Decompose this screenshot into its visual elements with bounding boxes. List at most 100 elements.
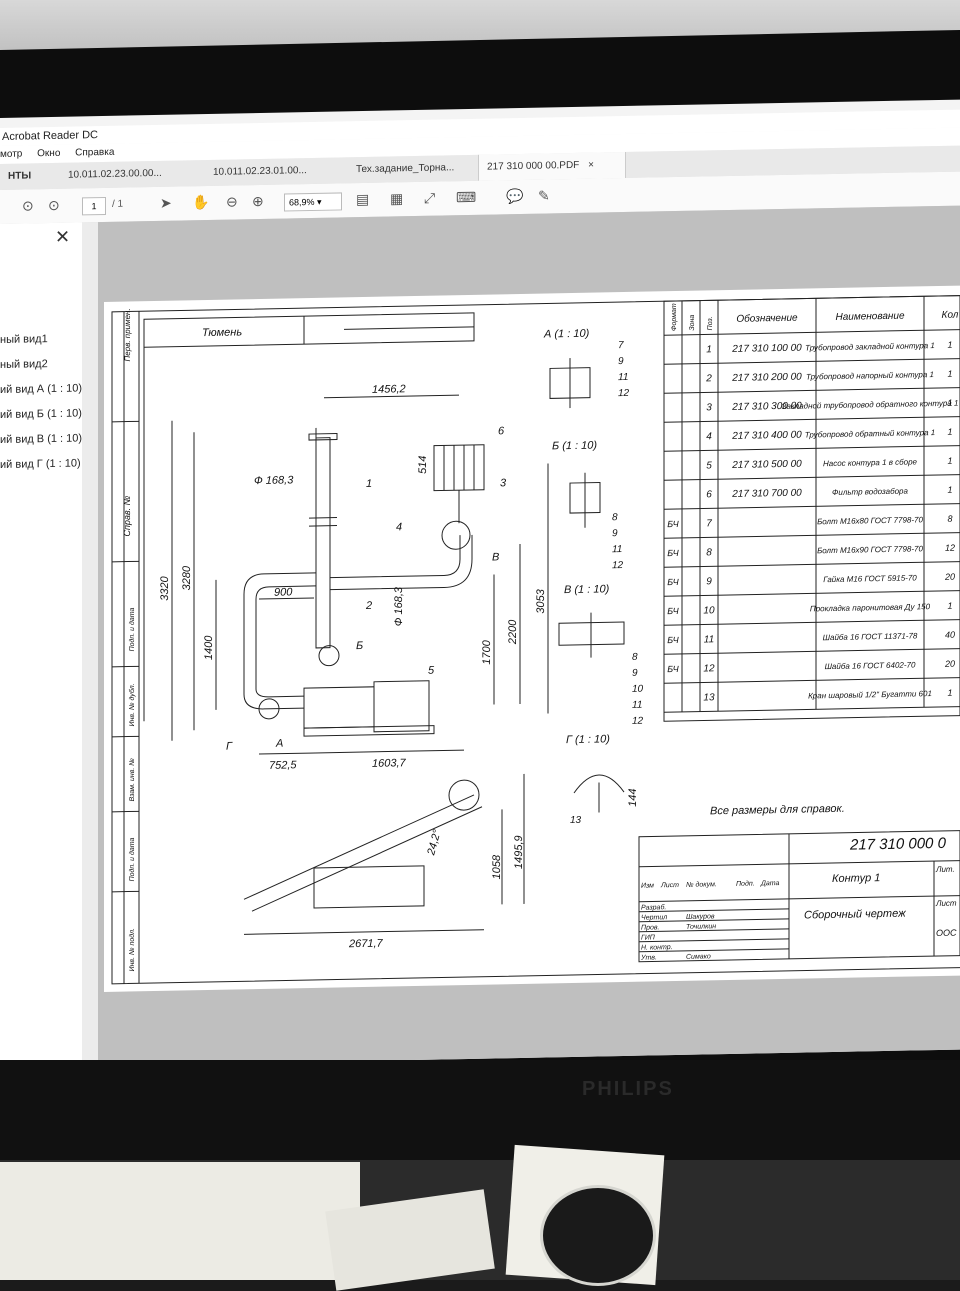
spec-name: Фильтр водозабора — [832, 487, 908, 497]
view-num: 9 — [632, 668, 638, 679]
spec-name: Болт М16х80 ГОСТ 7798-70 — [817, 515, 923, 526]
prev-page-icon[interactable]: ⊙ — [22, 197, 34, 214]
bookmarks-panel: ✕ ный вид1 ный вид2 ий вид А (1 : 10) ий… — [0, 222, 83, 1068]
spec-row-line — [664, 619, 960, 626]
keyboard-icon[interactable]: ⌨ — [456, 189, 476, 206]
menu-view[interactable]: мотр — [0, 149, 22, 160]
strip-divider — [112, 560, 139, 563]
stamp-role: ГИП — [641, 934, 656, 941]
paper-sheet — [0, 1162, 360, 1280]
flange-line — [309, 517, 337, 519]
spec-position: 10 — [703, 605, 715, 616]
note-text: Все размеры для справок. — [710, 803, 845, 818]
menu-window[interactable]: Окно — [37, 148, 60, 159]
pen-icon[interactable]: ✎ — [538, 187, 550, 204]
tab-tools[interactable]: НТЫ — [0, 163, 39, 190]
dimension: 2671,7 — [348, 938, 384, 951]
close-icon[interactable]: ✕ — [55, 227, 70, 248]
page-number-input[interactable]: 1 — [82, 196, 106, 216]
stamp-role: Чертил — [641, 914, 667, 922]
vertical-pipe — [315, 437, 331, 649]
fullscreen-icon[interactable]: ⤢ — [424, 190, 435, 207]
spec-format: БЧ — [667, 606, 679, 616]
stamp-subtitle: Сборочный чертеж — [804, 908, 906, 922]
select-cursor-icon[interactable]: ➤ — [160, 195, 172, 212]
tab-doc-3[interactable]: Тех.задание_Торна... — [348, 155, 462, 183]
menu-help[interactable]: Справка — [75, 147, 114, 159]
panel-splitter[interactable] — [82, 222, 98, 1068]
fit-page-icon[interactable]: ▤ — [356, 191, 369, 208]
spec-rows: Формат Зона Поз. Обозначение Наименование Кол… — [663, 295, 960, 713]
bookmark-item[interactable]: ий вид В (1 : 10) — [0, 432, 82, 446]
view-num: 9 — [618, 356, 624, 367]
spec-row-line — [664, 590, 960, 597]
stamp-header-cell: Изм — [641, 882, 654, 889]
stamp-title: Контур 1 — [832, 872, 880, 885]
elbow-V — [441, 520, 471, 550]
callout: В — [492, 551, 499, 563]
callout: 1 — [366, 478, 372, 490]
dimension: 1058 — [491, 854, 503, 880]
zoom-in-icon[interactable]: ⊕ — [252, 193, 264, 210]
drawing-svg: Формат Зона Поз. Обозначение Наименование Кол… — [111, 295, 960, 985]
spec-position: 9 — [706, 576, 712, 587]
dimension: 3053 — [535, 588, 547, 614]
dimension: 24,2° — [425, 828, 444, 857]
tab-doc-1[interactable]: 10.011.02.23.00.00... — [60, 161, 170, 189]
screen: Acrobat Reader DC мотр Окно Справка НТЫ … — [0, 99, 960, 1068]
page-view-icon[interactable]: ▦ — [390, 190, 403, 207]
tab-doc-active[interactable]: 217 310 000 00.PDF × — [478, 151, 626, 181]
spec-quantity: 1 — [947, 427, 952, 437]
stamp-header-cell: Дата — [760, 880, 780, 887]
dim-line-1603 — [309, 749, 464, 754]
spec-format: БЧ — [667, 519, 679, 529]
tab-close-icon[interactable]: × — [588, 160, 594, 171]
spec-header: Поз. — [707, 316, 714, 330]
brand-logo: PHILIPS — [582, 1078, 674, 1100]
stamp-row-line — [639, 898, 789, 903]
bookmark-item[interactable]: ий вид А (1 : 10) — [0, 382, 82, 396]
spec-code: 217 310 400 00 — [731, 430, 802, 442]
zoom-select[interactable]: 68,9% ▾ — [284, 192, 342, 212]
tab-doc-2[interactable]: 10.011.02.23.01.00... — [205, 158, 315, 186]
spec-row-line — [664, 677, 960, 684]
view-num: 9 — [612, 528, 618, 539]
strip-label: Подп. и дата — [128, 837, 136, 881]
callout: Г — [226, 741, 233, 753]
bookmark-item[interactable]: ный вид2 — [0, 358, 48, 371]
spec-position: 8 — [706, 547, 712, 558]
dimension: 3280 — [181, 565, 193, 591]
doc-number: 217 310 000 0 — [849, 835, 947, 854]
city-box-divider — [344, 326, 474, 330]
callout: 4 — [396, 521, 402, 533]
comment-icon[interactable]: 💬 — [506, 188, 523, 205]
strip-label: Подп. и дата — [128, 607, 136, 651]
drawing-sheet: Формат Зона Поз. Обозначение Наименование Кол… — [104, 285, 960, 993]
view-num: 8 — [632, 652, 638, 663]
spec-position: 6 — [706, 489, 712, 500]
spec-format: БЧ — [667, 577, 679, 587]
spec-position: 7 — [706, 518, 712, 529]
stamp-list: Лист — [935, 899, 957, 908]
spec-name: Закладной трубопровод обратного контура … — [782, 399, 959, 411]
bookmark-item[interactable]: ий вид Г (1 : 10) — [0, 457, 81, 471]
callout: Б — [356, 640, 363, 652]
strip-label: Взам. инв. № — [129, 758, 136, 802]
spec-quantity: 20 — [944, 659, 955, 669]
spec-format: БЧ — [667, 664, 679, 674]
spec-code: 217 310 100 00 — [731, 343, 802, 355]
zoom-out-icon[interactable]: ⊖ — [226, 193, 238, 210]
bookmark-item[interactable]: ный вид1 — [0, 333, 48, 346]
strip-label: Инв. № подл. — [128, 928, 136, 972]
dim-line-752 — [259, 752, 309, 755]
bookmark-item[interactable]: ий вид Б (1 : 10) — [0, 407, 82, 421]
spec-name: Гайка М16 ГОСТ 5915-70 — [823, 573, 917, 584]
next-page-icon[interactable]: ⊙ — [48, 197, 60, 214]
dimension: 752,5 — [269, 759, 297, 772]
spec-quantity: 1 — [947, 398, 952, 408]
hand-tool-icon[interactable]: ✋ — [192, 194, 209, 211]
zoom-value: 68,9% — [289, 196, 315, 208]
spec-position: 5 — [706, 460, 712, 471]
spec-header: Формат — [671, 303, 678, 331]
dimension: 1603,7 — [372, 757, 407, 770]
